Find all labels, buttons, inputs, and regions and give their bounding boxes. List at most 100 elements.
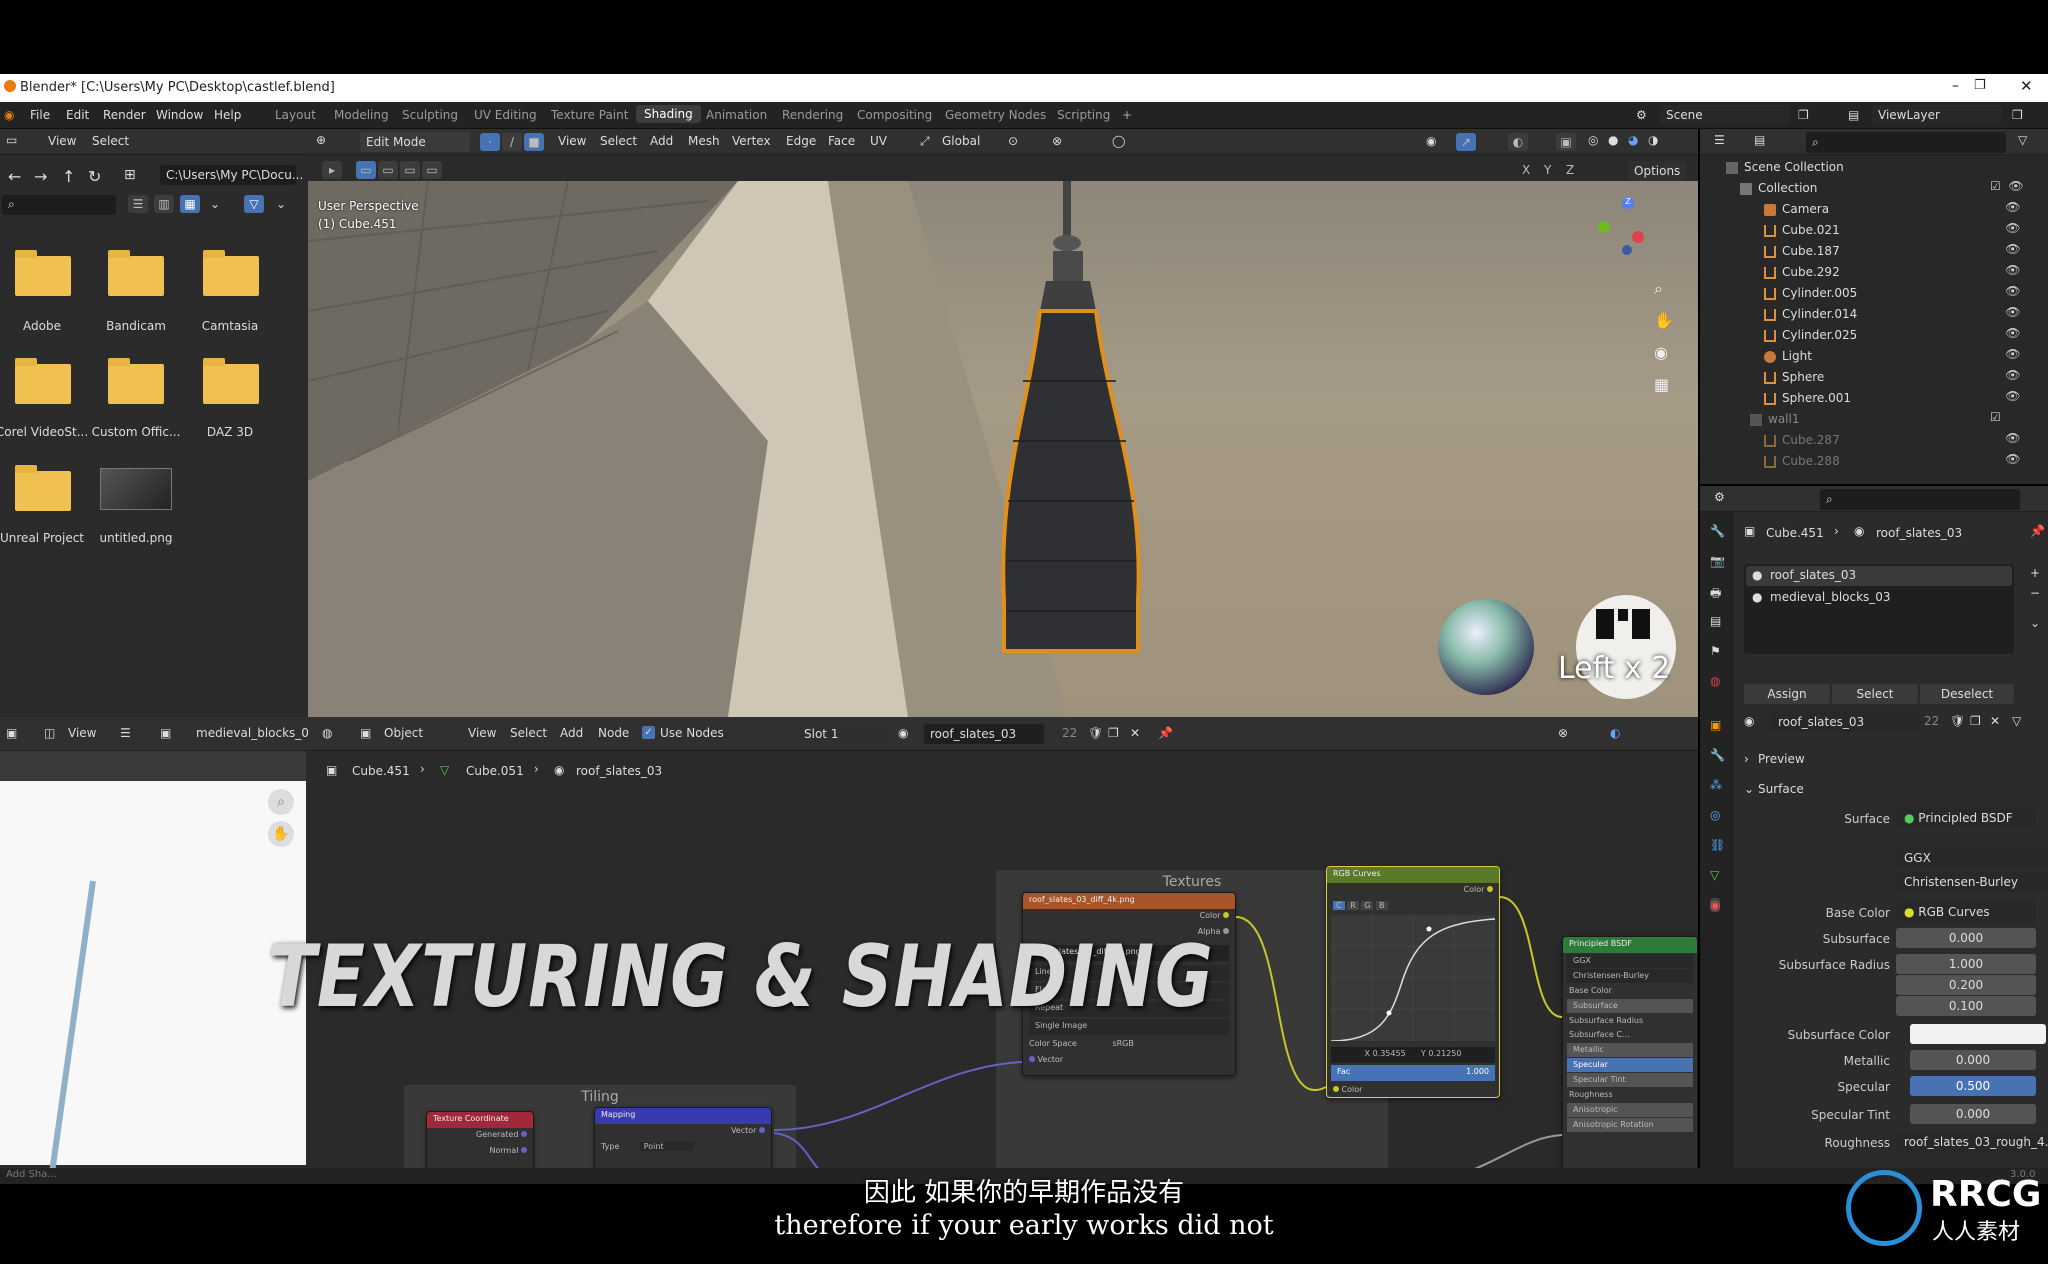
add-slot-icon[interactable]: + xyxy=(2030,566,2040,580)
overlay-icon[interactable]: ◐ xyxy=(1508,133,1528,151)
render-tab-icon[interactable]: 📷 xyxy=(1710,554,1725,568)
prop-specular-tint-field[interactable]: 0.000 xyxy=(1910,1104,2036,1124)
eye-icon[interactable]: 👁 xyxy=(1990,218,2048,239)
use-nodes-checkbox[interactable]: ✓ xyxy=(642,726,655,739)
bsdf-row[interactable]: Specular xyxy=(1567,1058,1693,1072)
close-icon[interactable]: ✕ xyxy=(2020,77,2033,95)
vertex-select-icon[interactable]: · xyxy=(480,133,500,151)
tool-tab-icon[interactable]: 🔧 xyxy=(1710,524,1725,538)
outliner-item-cube287[interactable]: Cube.287 xyxy=(1764,433,1840,453)
new-folder-icon[interactable]: ⊞ xyxy=(124,167,136,183)
tab-layout[interactable]: Layout xyxy=(275,108,316,122)
prop-base-color-link[interactable]: ● RGB Curves xyxy=(1896,902,2036,922)
node-material-field[interactable]: roof_slates_03 xyxy=(924,724,1044,744)
axis-x-toggle[interactable]: X xyxy=(1522,163,1530,177)
tab-sculpting[interactable]: Sculpting xyxy=(402,108,458,122)
node-editor-type-icon[interactable]: ◍ xyxy=(322,726,332,740)
prop-subsurface-radius-z[interactable]: 0.100 xyxy=(1896,996,2036,1016)
eye-icon[interactable]: 👁 xyxy=(1990,365,2048,386)
file-item-label[interactable]: Camtasia xyxy=(182,319,278,333)
image-editor-mode-icon[interactable]: ◫ xyxy=(44,726,55,740)
thumbnails-icon[interactable]: ▦ xyxy=(180,195,200,213)
prop-surface-shader[interactable]: ● Principled BSDF xyxy=(1896,808,2036,828)
viewport-menu-vertex[interactable]: Vertex xyxy=(732,134,771,148)
outliner-item-camera[interactable]: Camera xyxy=(1764,202,1829,222)
curves-fac-field[interactable]: Fac 1.000 xyxy=(1331,1065,1495,1081)
gizmo-z-icon[interactable]: Z xyxy=(1622,197,1634,209)
eye-icon[interactable]: 👁 xyxy=(1990,386,2048,407)
node-menu-select[interactable]: Select xyxy=(510,726,547,740)
proportional-edit-icon[interactable]: ◯ xyxy=(1112,134,1125,148)
modifier-tab-icon[interactable]: 🔧 xyxy=(1710,748,1725,762)
parent-dir-icon[interactable]: ↑ xyxy=(62,167,75,186)
filter-chevron-icon[interactable]: ⌄ xyxy=(276,197,286,211)
outliner-item-sphere[interactable]: Sphere xyxy=(1764,370,1824,390)
file-search-input[interactable] xyxy=(2,195,116,215)
outliner-item-cylinder025[interactable]: Cylinder.025 xyxy=(1764,328,1857,348)
surface-section-toggle[interactable]: ⌄ xyxy=(1744,782,1754,796)
channel-c-tab[interactable]: C xyxy=(1333,901,1345,910)
physics-tab-icon[interactable]: ◎ xyxy=(1710,808,1720,822)
outliner-item-cube288[interactable]: Cube.288 xyxy=(1764,454,1840,474)
tab-texture-paint[interactable]: Texture Paint xyxy=(551,108,628,122)
world-tab-icon[interactable]: ◍ xyxy=(1710,674,1720,688)
select-intersect-icon[interactable]: ▭ xyxy=(422,161,442,179)
mapping-type-row[interactable]: Type Point xyxy=(595,1140,771,1156)
editor-type-icon[interactable]: ▣ xyxy=(6,726,17,740)
folder-icon[interactable] xyxy=(15,358,71,404)
data-tab-icon[interactable]: ▽ xyxy=(1710,868,1719,882)
edge-select-icon[interactable]: / xyxy=(502,133,522,151)
viewport-menu-select[interactable]: Select xyxy=(600,134,637,148)
prop-subsurface-color-swatch[interactable] xyxy=(1910,1024,2046,1044)
outliner-item-cube292[interactable]: Cube.292 xyxy=(1764,265,1840,285)
eye-icon[interactable]: 👁 xyxy=(1990,239,2048,260)
viewport-menu-mesh[interactable]: Mesh xyxy=(688,134,720,148)
deselect-button[interactable]: Deselect xyxy=(1920,684,2014,704)
visibility-icon[interactable]: ◉ xyxy=(1426,134,1436,148)
gizmo-icon[interactable]: ↗ xyxy=(1456,133,1476,151)
material-browse-icon[interactable]: ◉ xyxy=(898,726,908,740)
rgb-curves-node[interactable]: RGB Curves Color C R G B X 0.35455 Y 0.2… xyxy=(1326,866,1500,1098)
outliner-item-cylinder005[interactable]: Cylinder.005 xyxy=(1764,286,1857,306)
node-menu-view[interactable]: View xyxy=(468,726,496,740)
shading-material-icon[interactable]: ◕ xyxy=(1628,133,1638,147)
list-vertical-icon[interactable]: ☰ xyxy=(128,195,148,213)
outliner-collection[interactable]: Collection xyxy=(1740,181,1817,201)
scene-tab-icon[interactable]: ⚑ xyxy=(1710,644,1721,658)
minimize-icon[interactable]: – xyxy=(1952,78,1959,94)
viewport-menu-view[interactable]: View xyxy=(558,134,586,148)
shading-solid-icon[interactable]: ● xyxy=(1608,133,1618,147)
viewlayer-icon[interactable]: ▤ xyxy=(1848,108,1859,122)
outliner-filter-icon[interactable]: ▽ xyxy=(2018,133,2027,147)
tab-animation[interactable]: Animation xyxy=(706,108,767,122)
image-name-field[interactable]: medieval_blocks_03 xyxy=(196,726,317,740)
bsdf-row[interactable]: Anisotropic Rotation xyxy=(1567,1118,1693,1132)
viewport-3d[interactable]: ⊕ Edit Mode · / ■ View Select Add Mesh V… xyxy=(308,129,1698,717)
prop-subsurface-method-dropdown[interactable]: Christensen-Burley xyxy=(1896,872,2048,892)
mode-selector[interactable]: Edit Mode xyxy=(360,132,470,152)
select-subtract-icon[interactable]: ▭ xyxy=(400,161,420,179)
curve-point-coords[interactable]: X 0.35455 Y 0.21250 xyxy=(1331,1047,1495,1063)
material-browse-icon[interactable]: ◉ xyxy=(1744,714,1754,728)
eye-icon[interactable]: 👁 xyxy=(1990,428,2048,449)
prop-subsurface-radius-y[interactable]: 0.200 xyxy=(1896,975,2036,995)
outliner-item-light[interactable]: Light xyxy=(1764,349,1812,369)
gizmo-x-icon[interactable] xyxy=(1632,231,1644,243)
color-socket-icon[interactable] xyxy=(1333,1086,1339,1092)
vector-socket-icon[interactable] xyxy=(1029,1056,1035,1062)
pan-hand-icon[interactable]: ✋ xyxy=(1654,311,1674,330)
folder-icon[interactable] xyxy=(203,250,259,296)
bsdf-row[interactable]: Specular Tint xyxy=(1567,1073,1693,1087)
outliner-item-cube021[interactable]: Cube.021 xyxy=(1764,223,1840,243)
folder-icon[interactable] xyxy=(108,250,164,296)
output-tab-icon[interactable]: 🖶 xyxy=(1710,584,1721,605)
prop-metallic-field[interactable]: 0.000 xyxy=(1910,1050,2036,1070)
file-item-label[interactable]: Unreal Project xyxy=(0,531,90,545)
folder-icon[interactable] xyxy=(108,358,164,404)
outliner-visibility-column[interactable]: ☑ 👁 👁 👁 👁 👁 👁 👁 👁 👁 👁 👁 ☑ 👁 👁 xyxy=(1990,176,2048,476)
viewport-menu-uv[interactable]: UV xyxy=(870,134,887,148)
slot-dropdown[interactable]: Slot 1 xyxy=(798,724,890,744)
shading-rendered-icon[interactable]: ◑ xyxy=(1648,133,1658,147)
remove-slot-icon[interactable]: − xyxy=(2030,586,2040,600)
folder-icon[interactable] xyxy=(203,358,259,404)
